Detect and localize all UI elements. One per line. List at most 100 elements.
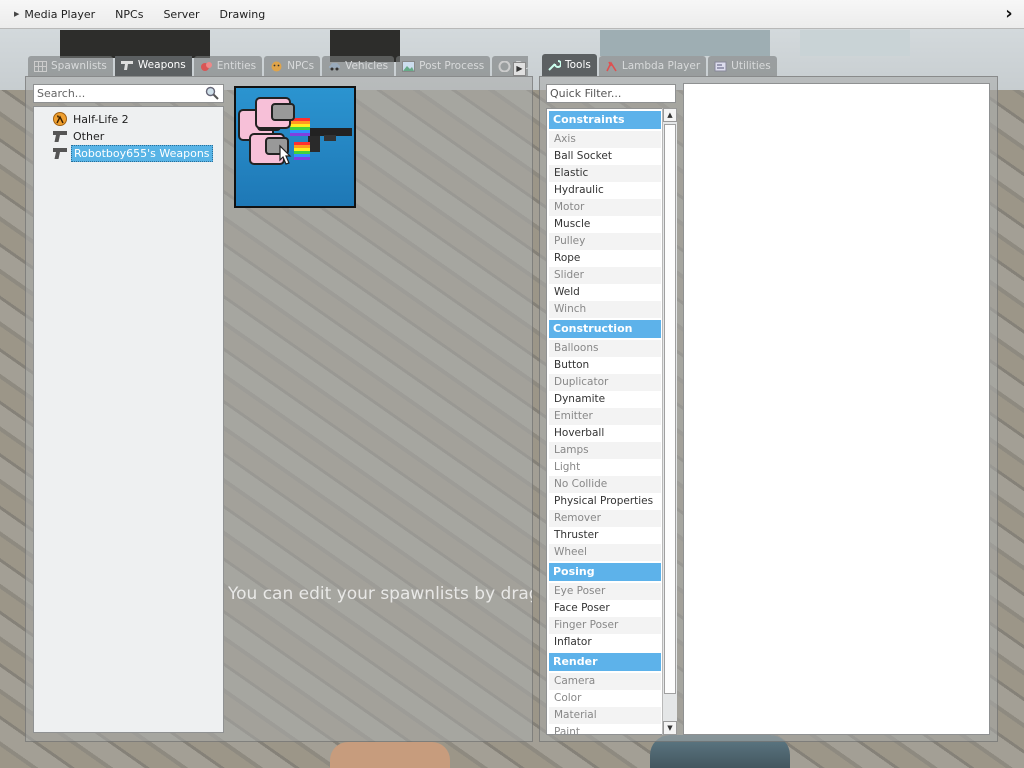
- tool-physical-properties[interactable]: Physical Properties: [549, 493, 661, 510]
- tool-axis[interactable]: Axis: [549, 131, 661, 148]
- menu-npcs-label: NPCs: [115, 7, 144, 21]
- utilities-icon: [714, 61, 727, 71]
- tab-post-process-label: Post Process: [419, 60, 485, 72]
- background-building: [60, 30, 210, 58]
- tab-lambda-player-label: Lambda Player: [621, 60, 701, 72]
- scroll-up-icon[interactable]: ▲: [663, 108, 677, 122]
- tool-wheel[interactable]: Wheel: [549, 544, 661, 561]
- tree-item-other[interactable]: Other: [52, 128, 106, 144]
- tool-weld[interactable]: Weld: [549, 284, 661, 301]
- spawn-menu-tabs: Spawnlists Weapons Entities NPCs Vehicle…: [28, 56, 528, 76]
- tab-entities[interactable]: Entities: [193, 56, 263, 76]
- tool-emitter[interactable]: Emitter: [549, 408, 661, 425]
- tool-balloons[interactable]: Balloons: [549, 340, 661, 357]
- scroll-thumb[interactable]: [664, 124, 676, 694]
- tool-button[interactable]: Button: [549, 357, 661, 374]
- tool-color[interactable]: Color: [549, 690, 661, 707]
- tree-item-label: Half-Life 2: [73, 112, 129, 126]
- context-menubar: ▶ Media Player NPCs Server Drawing ›: [0, 0, 1024, 29]
- chevron-right-icon[interactable]: ›: [1000, 4, 1018, 24]
- tool-rope[interactable]: Rope: [549, 250, 661, 267]
- background-roof: [800, 30, 910, 56]
- tab-post-process[interactable]: Post Process: [396, 56, 491, 76]
- half-life-lambda-icon: [53, 112, 67, 126]
- menu-server[interactable]: Server: [153, 0, 209, 29]
- menu-drawing[interactable]: Drawing: [210, 0, 276, 29]
- menu-server-label: Server: [163, 7, 200, 21]
- tool-ball-socket[interactable]: Ball Socket: [549, 148, 661, 165]
- tree-item-label: Other: [73, 129, 105, 143]
- background-roof: [600, 30, 770, 56]
- tools-menu-tabs: Tools Lambda Player Utilities: [542, 54, 779, 76]
- tab-vehicles[interactable]: Vehicles: [322, 56, 395, 76]
- tool-face-poser[interactable]: Face Poser: [549, 600, 661, 617]
- grid-icon: [34, 60, 47, 72]
- tab-vehicles-label: Vehicles: [345, 60, 389, 72]
- tool-camera[interactable]: Camera: [549, 673, 661, 690]
- tool-material[interactable]: Material: [549, 707, 661, 724]
- wrench-icon: [548, 59, 561, 71]
- category-posing[interactable]: Posing: [549, 563, 661, 581]
- tool-paint[interactable]: Paint: [549, 724, 661, 734]
- tab-spawnlists-label: Spawnlists: [51, 60, 107, 72]
- tab-utilities[interactable]: Utilities: [708, 56, 777, 76]
- tool-hydraulic[interactable]: Hydraulic: [549, 182, 661, 199]
- menu-drawing-label: Drawing: [219, 7, 266, 21]
- tab-tools-label: Tools: [565, 59, 591, 71]
- tool-thruster[interactable]: Thruster: [549, 527, 661, 544]
- tab-lambda-player[interactable]: Lambda Player: [598, 56, 707, 76]
- npc-face-icon: [271, 61, 282, 71]
- tab-npcs-label: NPCs: [287, 60, 315, 72]
- tab-weapons[interactable]: Weapons: [114, 56, 192, 76]
- tool-list-scrollbar[interactable]: ▲ ▼: [662, 108, 677, 735]
- tool-pulley[interactable]: Pulley: [549, 233, 661, 250]
- pistol-icon: [53, 148, 67, 159]
- tool-lamps[interactable]: Lamps: [549, 442, 661, 459]
- car-icon: [329, 62, 341, 70]
- tool-hoverball[interactable]: Hoverball: [549, 425, 661, 442]
- weapon-spawn-icon[interactable]: [234, 86, 356, 208]
- tool-duplicator[interactable]: Duplicator: [549, 374, 661, 391]
- tab-weapons-label: Weapons: [137, 59, 186, 71]
- tool-winch[interactable]: Winch: [549, 301, 661, 318]
- spawnlist-hint-text: You can edit your spawnlists by dragging: [228, 584, 532, 604]
- tab-entities-label: Entities: [216, 60, 257, 72]
- play-icon: ▶: [14, 10, 20, 18]
- tab-npcs[interactable]: NPCs: [264, 56, 321, 76]
- tool-motor[interactable]: Motor: [549, 199, 661, 216]
- tool-list: Constraints Axis Ball Socket Elastic Hyd…: [546, 108, 677, 735]
- tool-eye-poser[interactable]: Eye Poser: [549, 583, 661, 600]
- tool-settings-panel: [683, 83, 990, 735]
- tab-utilities-label: Utilities: [731, 60, 771, 72]
- tool-muscle[interactable]: Muscle: [549, 216, 661, 233]
- tool-elastic[interactable]: Elastic: [549, 165, 661, 182]
- pistol-icon: [120, 60, 133, 70]
- player-hand: [330, 742, 450, 768]
- category-render[interactable]: Render: [549, 653, 661, 671]
- image-icon: [402, 60, 416, 72]
- tool-light[interactable]: Light: [549, 459, 661, 476]
- tree-item-robotboy-weapons[interactable]: Robotboy655's Weapons: [52, 144, 213, 162]
- tool-inflator[interactable]: Inflator: [549, 634, 661, 651]
- scroll-down-icon[interactable]: ▼: [663, 721, 677, 735]
- menu-npcs[interactable]: NPCs: [105, 0, 153, 29]
- category-construction[interactable]: Construction: [549, 320, 661, 338]
- tool-finger-poser[interactable]: Finger Poser: [549, 617, 661, 634]
- tool-dynamite[interactable]: Dynamite: [549, 391, 661, 408]
- quick-filter-input[interactable]: [546, 84, 676, 103]
- tab-scroll-right-button[interactable]: ▶: [513, 62, 526, 76]
- pistol-icon: [53, 131, 67, 142]
- entities-icon: [200, 61, 212, 71]
- category-constraints[interactable]: Constraints: [549, 111, 661, 129]
- tab-tools[interactable]: Tools: [542, 54, 597, 76]
- tool-slider[interactable]: Slider: [549, 267, 661, 284]
- menu-media-player-label: Media Player: [24, 7, 96, 21]
- spawn-search-input[interactable]: [33, 84, 224, 103]
- tool-remover[interactable]: Remover: [549, 510, 661, 527]
- tab-spawnlists[interactable]: Spawnlists: [28, 56, 113, 76]
- tool-no-collide[interactable]: No Collide: [549, 476, 661, 493]
- spawnlist-tree: [33, 106, 224, 733]
- search-icon[interactable]: [205, 86, 219, 100]
- menu-media-player[interactable]: ▶ Media Player: [0, 0, 105, 29]
- tree-item-half-life-2[interactable]: Half-Life 2: [52, 111, 131, 127]
